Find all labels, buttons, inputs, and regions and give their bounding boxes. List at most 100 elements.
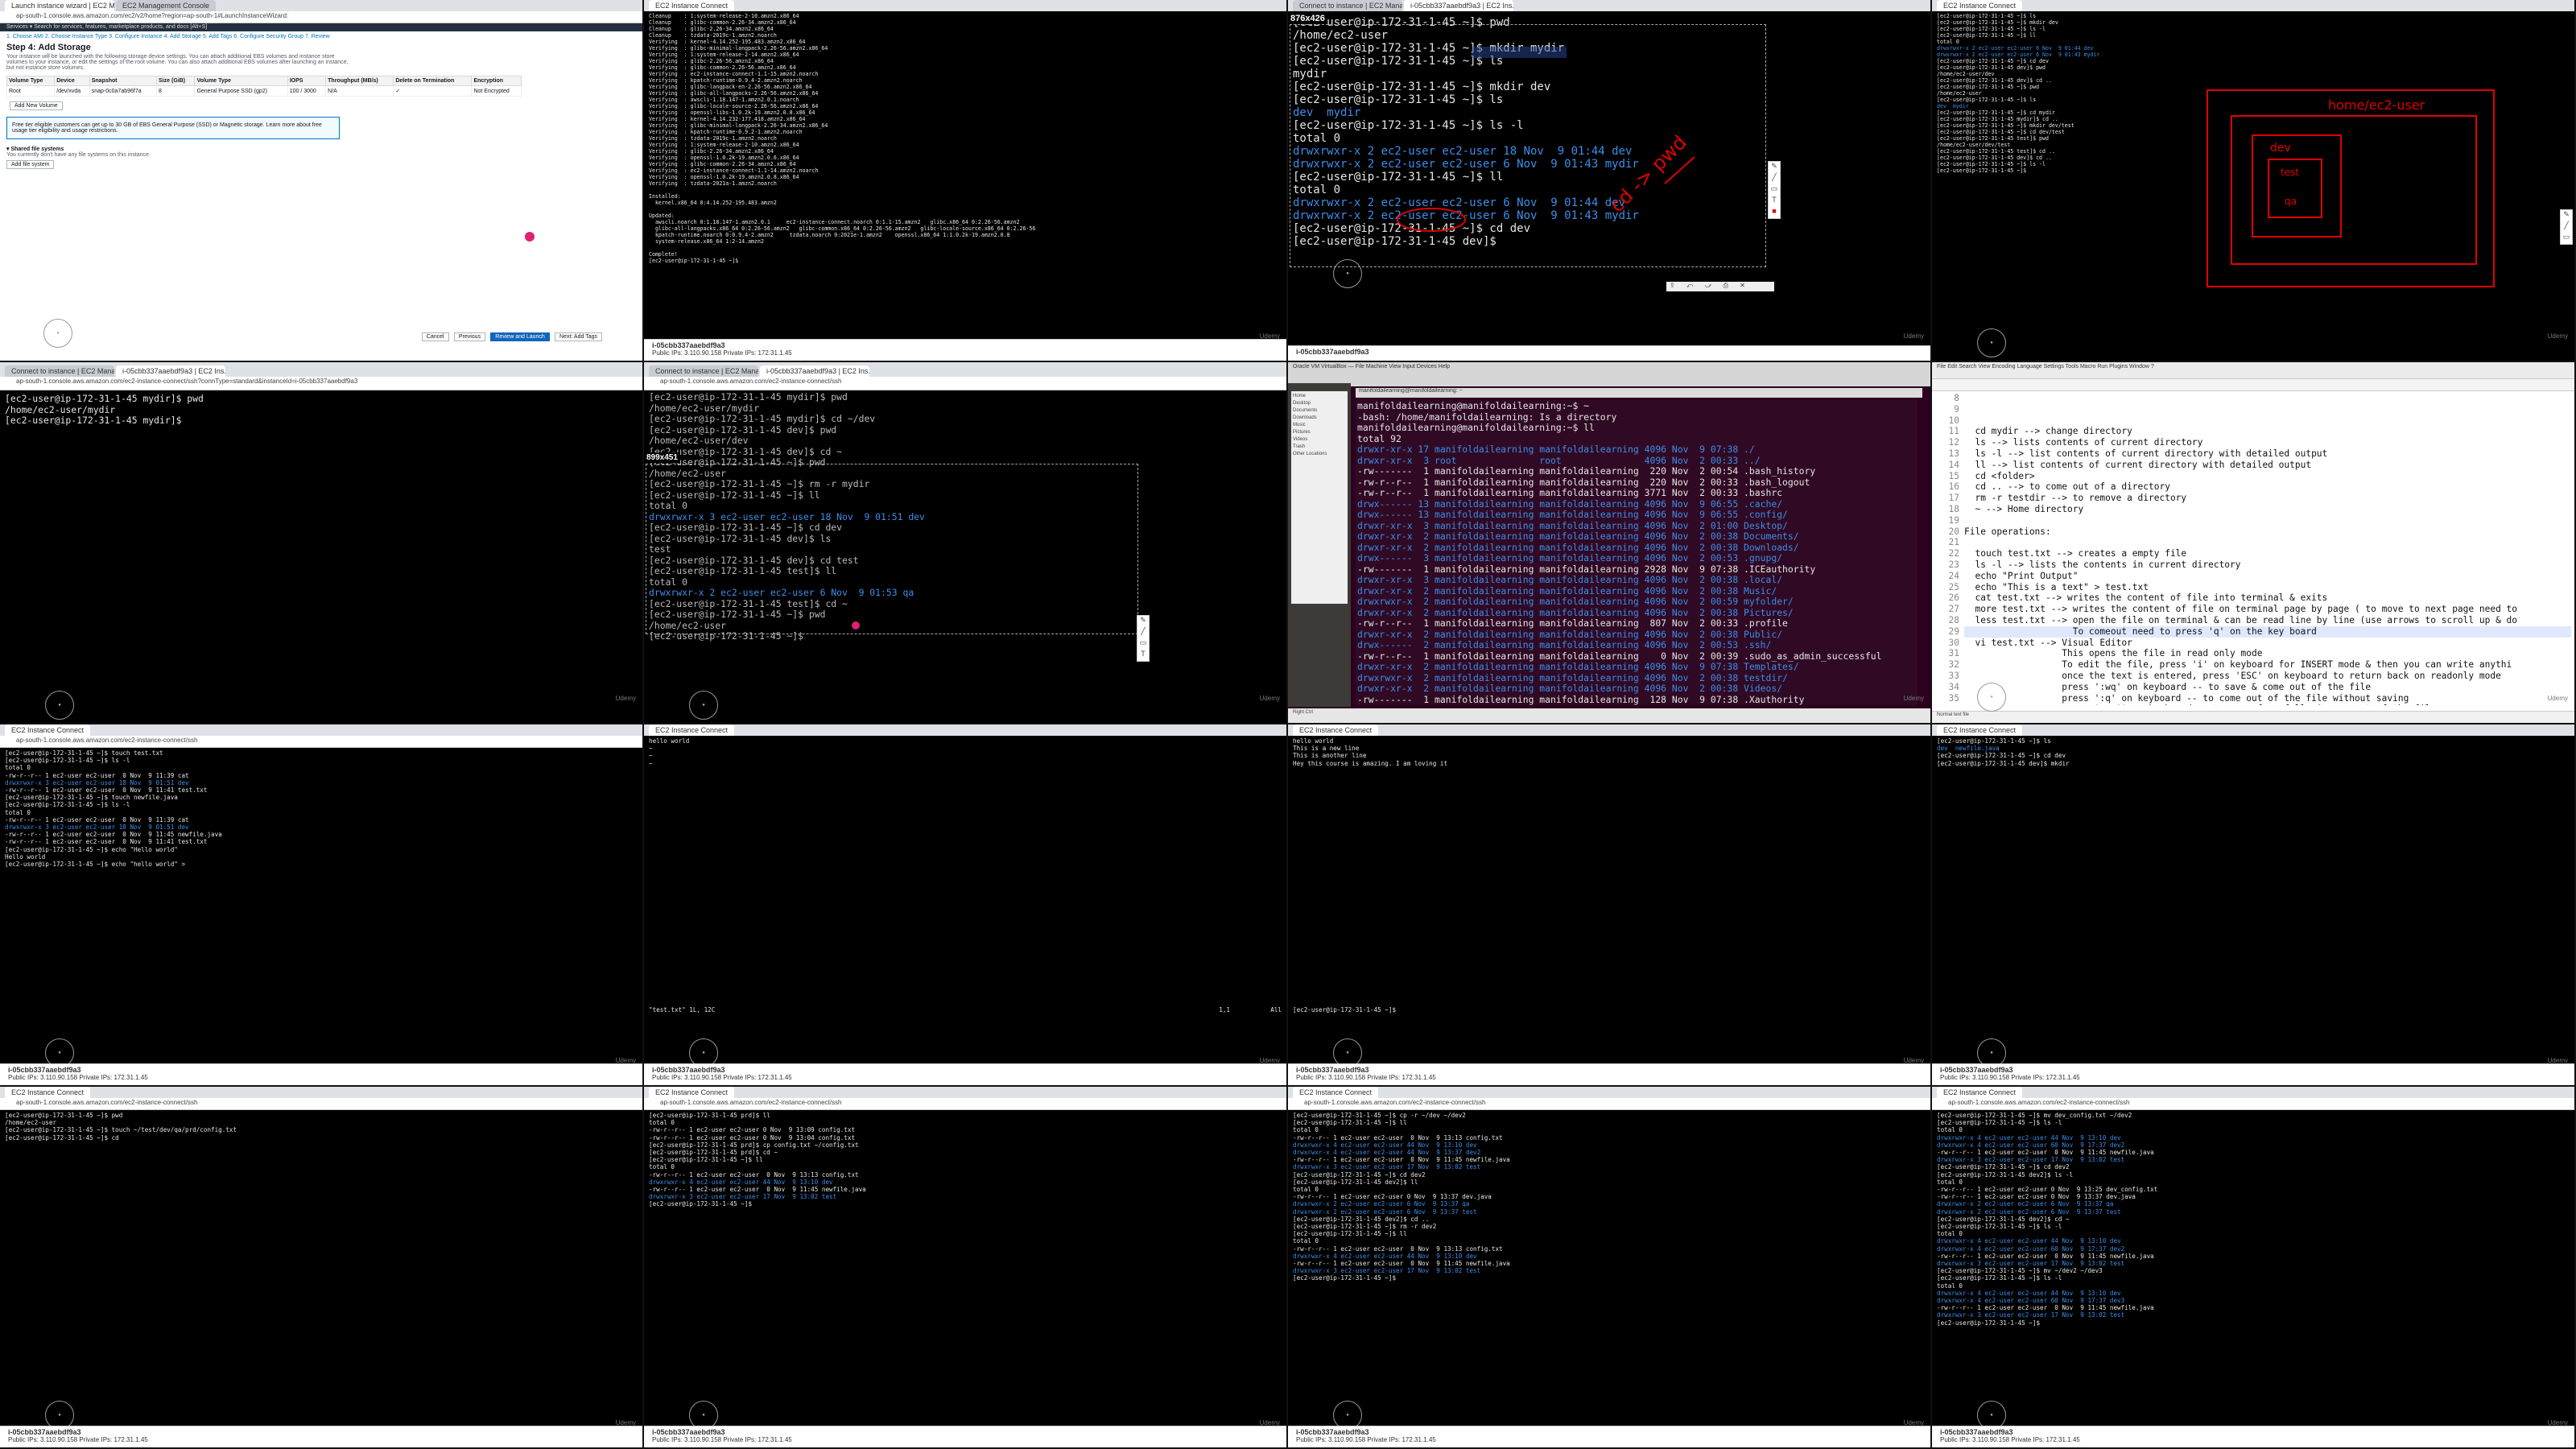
line-number: 13: [1948, 448, 1959, 459]
table-cell: N/A: [325, 85, 394, 97]
browser-tab[interactable]: EC2 Instance Connect: [1293, 724, 1379, 736]
table-cell: Root: [6, 85, 56, 97]
terminal-line: drwxrwxr-x 4 ec2-user ec2-user 60 Nov 9 …: [1937, 1245, 2125, 1253]
cancel-button[interactable]: Cancel: [421, 332, 449, 341]
red-annotation-drawing: cd -> pwd: [1397, 47, 1695, 232]
terminal-line: [ec2-user@ip-172-31-1-45 ~]$: [649, 1200, 756, 1208]
address-bar[interactable]: ap-south-1.console.aws.amazon.com/ec2-in…: [1932, 1098, 2574, 1110]
terminal-line: hello world: [649, 737, 690, 745]
shared-fs-section[interactable]: ▾ Shared file systems: [0, 146, 642, 152]
line-icon[interactable]: ╱: [2561, 221, 2572, 233]
review-and-launch-button[interactable]: Review and Launch: [490, 332, 550, 341]
address-bar[interactable]: ap-south-1.console.aws.amazon.com/ec2-in…: [644, 1098, 1286, 1110]
terminal-output[interactable]: [ec2-user@ip-172-31-1-45 ~]$ ls dev newfi…: [1932, 736, 2574, 1022]
terminal-line: [ec2-user@ip-172-31-1-45 ~]$ cd: [5, 1133, 123, 1141]
terminal-line: drwxrwxr-x 3 ec2-user ec2-user 17 Nov 9 …: [1937, 1260, 2125, 1268]
browser-tab[interactable]: EC2 Instance Connect: [5, 724, 91, 736]
vi-file-info: "test.txt" 1L, 12C: [649, 1006, 716, 1013]
channel-logo: ●: [1977, 328, 2006, 357]
color-icon[interactable]: ■: [1769, 207, 1780, 218]
terminal-titlebar[interactable]: manifoldailearning@manifoldailearning: ~: [1356, 388, 1922, 398]
capture-toolbar[interactable]: ⇪ ⤺ ⤻ ⎙ ✕: [1666, 282, 1774, 291]
browser-tab[interactable]: EC2 Instance Connect: [1293, 1087, 1379, 1098]
terminal-output[interactable]: [ec2-user@ip-172-31-1-45 ~]$ touch test.…: [0, 748, 642, 1034]
terminal-output[interactable]: hello world This is a new line This is ano…: [1288, 736, 1930, 1005]
notes-content[interactable]: cd mydir --> change directory ls --> lis…: [1964, 426, 2571, 705]
next-add-tags-button[interactable]: Next: Add Tags: [555, 332, 602, 341]
terminal-line: [ec2-user@ip-172-31-1-45 ~]$ touch newfi…: [5, 794, 178, 802]
terminal-output[interactable]: [ec2-user@ip-172-31-1-45 ~]$ cp -r ~/dev…: [1288, 1110, 1930, 1397]
terminal-output[interactable]: [ec2-user@ip-172-31-1-45 ~]$ mv dev_conf…: [1932, 1110, 2574, 1397]
terminal-line: drwxrwxr-x 2 ec2-user ec2-user 6 Nov 9 1…: [1293, 1208, 1477, 1216]
browser-tab[interactable]: EC2 Instance Connect: [649, 0, 735, 11]
browser-tab[interactable]: EC2 Management Console: [116, 0, 217, 11]
udemy-watermark: Udemy: [1903, 1057, 1924, 1064]
address-bar[interactable]: ap-south-1.console.aws.amazon.com/ec2/v2…: [0, 11, 642, 23]
previous-button[interactable]: Previous: [453, 332, 486, 341]
address-bar[interactable]: ap-south-1.console.aws.amazon.com/ec2-in…: [0, 1098, 642, 1110]
terminal-output[interactable]: [ec2-user@ip-172-31-1-45 prd]$ ll total 0…: [644, 1110, 1286, 1397]
rectangle-icon[interactable]: ▭: [1137, 638, 1149, 650]
terminal-output[interactable]: [ec2-user@ip-172-31-1-45 ~]$ pwd/home/ec…: [0, 1110, 642, 1397]
line-icon[interactable]: ╱: [1137, 627, 1149, 638]
address-bar[interactable]: ap-south-1.console.aws.amazon.com/ec2-in…: [0, 377, 642, 390]
pen-icon[interactable]: ✎: [1137, 616, 1149, 627]
terminal-prompt[interactable]: [ec2-user@ip-172-31-1-45 ~]$: [1288, 1005, 1930, 1018]
vm-window-toolbar[interactable]: Oracle VM VirtualBox — File Machine View…: [1288, 362, 1930, 386]
instance-id: i-05cbb337aaebdf9a3: [1940, 1428, 2013, 1436]
encryption-select[interactable]: Not Encrypted: [471, 85, 522, 97]
aws-nav-bar[interactable]: Services ▾ Search for services, features…: [0, 23, 642, 31]
terminal-output[interactable]: [ec2-user@ip-172-31-1-45 mydir]$ pwd/hom…: [0, 390, 642, 701]
browser-tab[interactable]: EC2 Instance Connect: [649, 1087, 735, 1098]
line-number: 25: [1948, 581, 1959, 592]
add-file-system-button[interactable]: Add file system: [6, 160, 55, 169]
column-header: Encryption: [471, 76, 522, 86]
terminal-line: drwxrwxr-x 4 ec2-user ec2-user 44 Nov 9 …: [649, 1178, 833, 1186]
folder-list[interactable]: Home Desktop Documents Downloads Music Pictur…: [1291, 391, 1348, 604]
notes-line: press ':wq' on keyboard -- to save & com…: [1964, 681, 2372, 692]
text-icon[interactable]: T: [1137, 650, 1149, 661]
browser-tab[interactable]: EC2 Instance Connect: [1937, 1087, 2023, 1098]
vi-buffer[interactable]: hello world ~ ~ ~: [644, 736, 1286, 1005]
editor-toolbar[interactable]: [1932, 379, 2574, 391]
line-number: 8: [1954, 393, 1959, 403]
terminal-line: Verifying : glibc-common-2.26-34.amzn2.x…: [649, 161, 796, 167]
terminal-line: /home/ec2-user/mydir: [5, 403, 116, 415]
tile-cp-r-dev: EC2 Instance Connect ap-south-1.console.…: [1288, 1087, 1930, 1447]
delete-on-termination-checkbox[interactable]: ✓: [393, 85, 473, 97]
rectangle-icon[interactable]: ▭: [1769, 184, 1780, 196]
vi-status-line: "test.txt" 1L, 12C 1,1 All: [644, 1005, 1286, 1018]
text-icon[interactable]: T: [1769, 196, 1780, 207]
terminal-output[interactable]: manifoldailearning@manifoldailearning:~$…: [1356, 399, 1918, 705]
browser-tab[interactable]: Connect to instance | EC2 Mana...: [5, 365, 114, 377]
line-icon[interactable]: ╱: [1769, 173, 1780, 184]
terminal-line: -rw-r--r-- 1 ec2-user ec2-user 0 Nov 9 1…: [5, 831, 222, 839]
size-input[interactable]: 8: [156, 85, 196, 97]
terminal-line: This is another line: [1293, 752, 1367, 760]
address-bar[interactable]: ap-south-1.console.aws.amazon.com/ec2-in…: [0, 736, 642, 748]
volume-type-select[interactable]: General Purpose SSD (gp2): [194, 85, 288, 97]
pen-icon[interactable]: ✎: [2561, 210, 2572, 221]
browser-tab[interactable]: Connect to instance | EC2 Mana...: [649, 365, 758, 377]
column-header: Device: [54, 76, 90, 86]
browser-tab[interactable]: EC2 Instance Connect: [1937, 724, 2023, 736]
terminal-output[interactable]: Cleanup : 1:system-release-2-10.amzn2.x8…: [644, 11, 1286, 325]
terminal-line: [ec2-user@ip-172-31-1-45 mydir]$ pwd: [649, 391, 848, 402]
browser-tabs: Connect to instance | EC2 Mana... i-05cb…: [644, 362, 1286, 377]
browser-tab[interactable]: EC2 Instance Connect: [649, 724, 735, 736]
browser-tab[interactable]: Launch instance wizard | EC2 M...: [5, 0, 114, 11]
browser-tab[interactable]: i-05cbb337aaebdf9a3 | EC2 Ins...: [116, 365, 225, 377]
tile-notes-editor: File Edit Search View Encoding Language …: [1932, 362, 2574, 723]
editor-menu-bar[interactable]: File Edit Search View Encoding Language …: [1932, 362, 2574, 379]
address-bar[interactable]: ap-south-1.console.aws.amazon.com/ec2-in…: [644, 377, 1286, 390]
browser-tab[interactable]: EC2 Instance Connect: [5, 1087, 91, 1098]
add-volume-button[interactable]: Add New Volume: [10, 101, 63, 110]
pen-icon[interactable]: ✎: [1769, 162, 1780, 173]
address-bar[interactable]: ap-south-1.console.aws.amazon.com/ec2-in…: [1288, 1098, 1930, 1110]
terminal-line: manifoldailearning@manifoldailearning:~$…: [1357, 400, 1590, 411]
rectangle-icon[interactable]: ▭: [2561, 233, 2572, 244]
notes-text[interactable]: 8 9 10 11 12 13 14 15 16 17 18 19 20 21 22 23 24 25 26 27 28…: [1932, 391, 2574, 705]
wizard-steps[interactable]: 1. Choose AMI 2. Choose Instance Type 3.…: [0, 31, 642, 39]
browser-tab[interactable]: i-05cbb337aaebdf9a3 | EC2 Ins...: [760, 365, 869, 377]
terminal-line: drwxrwxr-x 4 ec2-user ec2-user 44 Nov 9 …: [1293, 1252, 1477, 1260]
